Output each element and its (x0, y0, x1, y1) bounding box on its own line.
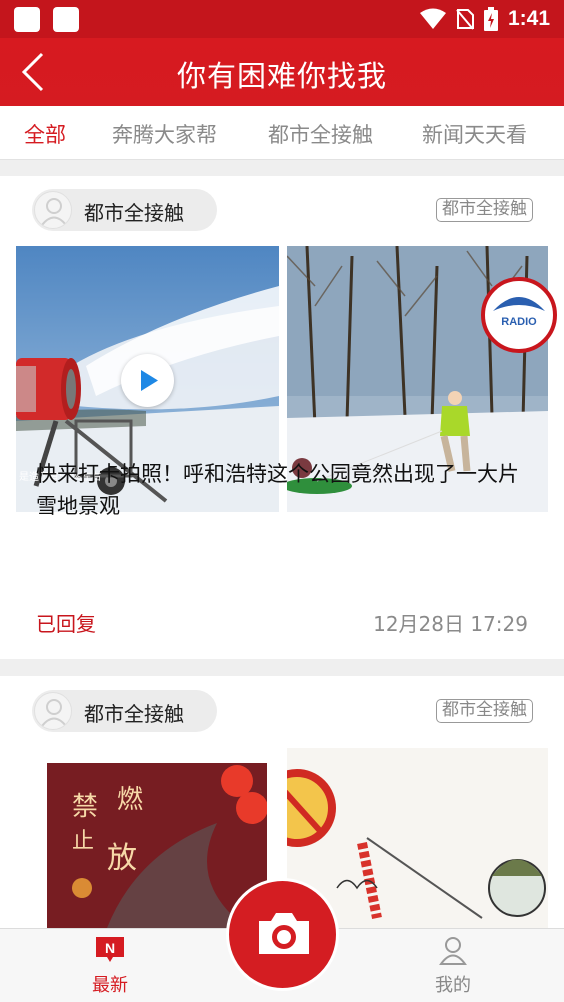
notification-icon (53, 7, 79, 32)
play-icon (141, 370, 158, 391)
battery-icon (483, 7, 498, 31)
tab-city-contact[interactable]: 都市全接触 (268, 119, 373, 149)
svg-text:止: 止 (72, 829, 94, 854)
svg-text:N: N (105, 940, 115, 956)
camera-button[interactable] (226, 878, 339, 991)
category-tag: 都市全接触 (436, 699, 533, 723)
author-chip[interactable]: 都市全接触 (32, 690, 217, 732)
notification-icon (14, 7, 40, 32)
user-icon (41, 699, 67, 727)
header: 你有困难你找我 (0, 38, 564, 106)
category-tag: 都市全接触 (436, 198, 533, 222)
nav-latest[interactable]: N 最新 (70, 935, 150, 997)
avatar (34, 191, 72, 229)
news-icon: N (96, 937, 124, 962)
svg-text:燃: 燃 (117, 785, 143, 815)
post-date: 12月28日 17:29 (373, 612, 528, 636)
avatar (34, 692, 72, 730)
reply-status: 已回复 (36, 612, 96, 636)
tab-daily-news[interactable]: 新闻天天看 (422, 119, 527, 149)
user-icon (41, 198, 67, 226)
author-chip[interactable]: 都市全接触 (32, 189, 217, 231)
page-title: 你有困难你找我 (176, 59, 387, 93)
svg-text:放: 放 (107, 841, 137, 876)
camera-icon (259, 913, 309, 954)
author-name: 都市全接触 (84, 201, 184, 225)
tab-all[interactable]: 全部 (24, 119, 66, 149)
radio-logo: RADIO (481, 277, 557, 353)
tab-benteng-help[interactable]: 奔腾大家帮 (112, 119, 217, 149)
svg-text:禁: 禁 (72, 792, 98, 822)
post-card[interactable]: 都市全接触 都市全接触 是造了有50%左右 RADIO 快来打卡拍照！呼和浩特这… (0, 176, 564, 659)
author-name: 都市全接触 (84, 702, 184, 726)
svg-text:RADIO: RADIO (501, 316, 537, 328)
clock: 1:41 (507, 7, 550, 30)
nav-mine-label: 我的 (435, 975, 471, 996)
nav-mine[interactable]: 我的 (413, 935, 493, 997)
wifi-icon (419, 8, 446, 29)
tab-bar: 全部 奔腾大家帮 都市全接触 新闻天天看 (0, 106, 564, 160)
no-sim-icon (456, 9, 474, 30)
user-icon (439, 937, 467, 965)
play-button[interactable] (121, 354, 174, 407)
post-headline[interactable]: 快来打卡拍照！呼和浩特这个公园竟然出现了一大片雪地景观 (36, 458, 536, 522)
status-bar: 1:41 (0, 0, 564, 38)
nav-latest-label: 最新 (92, 975, 128, 996)
